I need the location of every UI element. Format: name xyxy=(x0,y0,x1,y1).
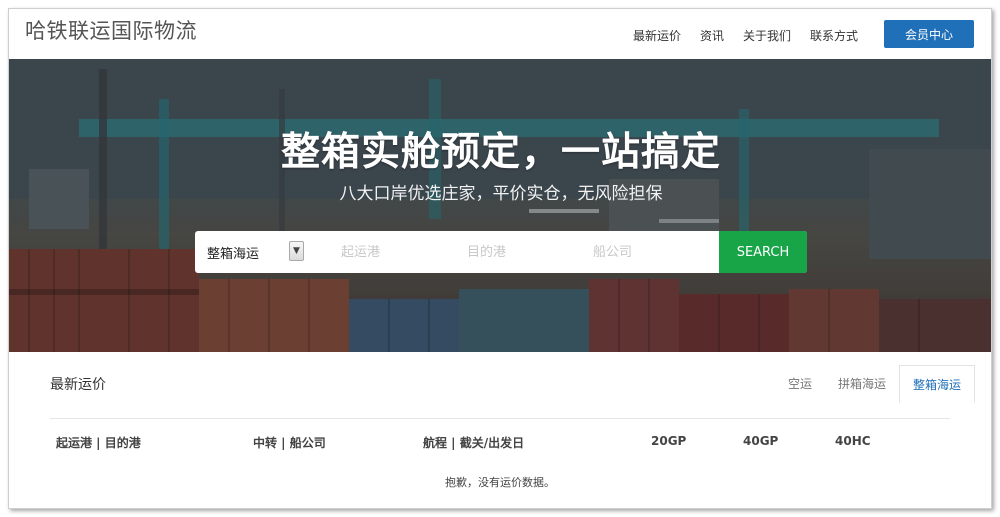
hero-dark-overlay xyxy=(9,59,991,352)
transport-type-select[interactable]: 整箱海运 xyxy=(207,243,259,262)
section-title: 最新运价 xyxy=(50,377,106,393)
site-logo[interactable]: 哈铁联运国际物流 xyxy=(25,15,197,45)
tab-lcl-sea[interactable]: 拼箱海运 xyxy=(825,365,899,403)
nav-about-us[interactable]: 关于我们 xyxy=(743,27,791,44)
chevron-down-icon[interactable]: ▼ xyxy=(289,241,304,261)
site-header: 哈铁联运国际物流 最新运价 资讯 关于我们 联系方式 会员中心 xyxy=(9,9,991,59)
latest-rates-section: 最新运价 空运 拼箱海运 整箱海运 起运港 | 目的港 中转 | 船公司 航程 … xyxy=(25,352,975,508)
destination-port-input[interactable] xyxy=(467,241,577,263)
carrier-input[interactable] xyxy=(593,241,703,263)
column-header-40gp: 40GP xyxy=(743,434,779,448)
column-header-route: 起运港 | 目的港 xyxy=(56,436,141,450)
origin-port-input[interactable] xyxy=(341,241,451,263)
tab-fcl-sea[interactable]: 整箱海运 xyxy=(898,365,975,403)
nav-latest-rates[interactable]: 最新运价 xyxy=(633,27,681,44)
column-header-40hc: 40HC xyxy=(835,434,871,448)
table-divider xyxy=(50,418,950,419)
column-header-transit-carrier: 中转 | 船公司 xyxy=(253,436,326,450)
column-header-voyage-cutoff: 航程 | 截关/出发日 xyxy=(423,436,525,450)
browser-frame: 哈铁联运国际物流 最新运价 资讯 关于我们 联系方式 会员中心 整箱实舱预定，一… xyxy=(8,8,992,509)
main-nav: 最新运价 资讯 关于我们 联系方式 xyxy=(633,27,877,44)
tab-air-freight[interactable]: 空运 xyxy=(775,365,825,403)
hero-subtitle: 八大口岸优选庄家，平价实仓，无风险担保 xyxy=(339,184,663,204)
hero-banner: 整箱实舱预定，一站搞定 八大口岸优选庄家，平价实仓，无风险担保 整箱海运 ▼ S… xyxy=(9,59,991,352)
column-header-20gp: 20GP xyxy=(651,434,687,448)
empty-state-message: 抱歉，没有运价数据。 xyxy=(445,476,555,489)
nav-news[interactable]: 资讯 xyxy=(700,27,724,44)
hero-title: 整箱实舱预定，一站搞定 xyxy=(280,130,721,175)
nav-contact[interactable]: 联系方式 xyxy=(810,27,858,44)
member-center-button[interactable]: 会员中心 xyxy=(884,20,974,48)
rate-tabs: 空运 拼箱海运 整箱海运 xyxy=(775,365,975,403)
search-button[interactable]: SEARCH xyxy=(719,231,807,273)
search-bar: 整箱海运 ▼ SEARCH xyxy=(195,231,807,273)
